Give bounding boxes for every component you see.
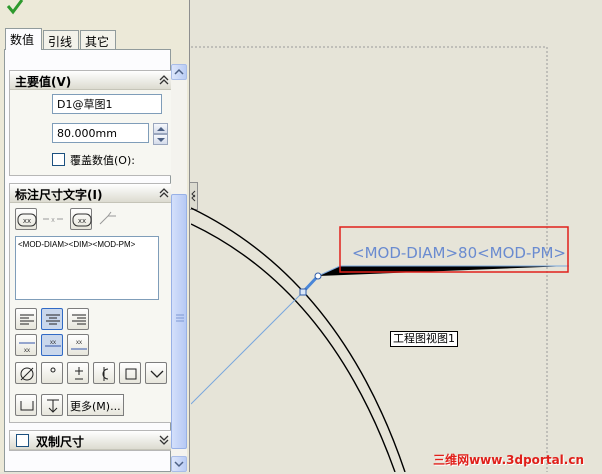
- counterbore-symbol-button[interactable]: [15, 394, 37, 416]
- text-inline-button[interactable]: xx: [41, 334, 63, 356]
- svg-text:xx: xx: [23, 217, 31, 225]
- chevron-down-icon: [150, 370, 164, 378]
- dimension-text-box[interactable]: <MOD-DIAM><DIM><MOD-PM>: [15, 236, 159, 300]
- offset-text-icon[interactable]: [98, 210, 118, 226]
- scroll-thumb[interactable]: [171, 194, 187, 449]
- svg-text:xx: xx: [50, 340, 56, 346]
- drawing-view-label[interactable]: 工程图视图1: [390, 331, 458, 347]
- tab-value[interactable]: 数值: [5, 28, 42, 50]
- align-right-button[interactable]: [67, 308, 89, 330]
- primary-value-header[interactable]: 主要值(V): [10, 71, 174, 90]
- align-right-icon: [72, 314, 86, 325]
- add-parentheses-button[interactable]: xx: [15, 208, 37, 230]
- drawing-canvas[interactable]: <MOD-DIAM>80<MOD-PM>: [191, 0, 602, 472]
- dimension-text-group: 标注尺寸文字(I) xx x xx <MOD-DIAM><DIM><MOD-PM…: [9, 183, 175, 423]
- svg-text:xx: xx: [78, 217, 86, 225]
- tab-other[interactable]: 其它: [80, 30, 116, 49]
- plus-minus-icon: [75, 367, 83, 380]
- plus-minus-symbol-button[interactable]: [67, 362, 89, 384]
- arrow-up-icon: [174, 68, 184, 75]
- centerline-symbol-button[interactable]: [93, 362, 115, 384]
- more-button[interactable]: 更多(M)...: [67, 394, 124, 416]
- arrow-up-icon: [157, 127, 165, 131]
- svg-text:xx: xx: [76, 340, 82, 346]
- scroll-down-button[interactable]: [171, 456, 187, 472]
- text-below-button[interactable]: xx: [67, 334, 89, 356]
- centerline-icon: [102, 367, 109, 381]
- leader-handle[interactable]: [299, 288, 307, 296]
- inspection-dimension-button[interactable]: xx: [70, 208, 92, 230]
- arrow-down-icon: [157, 138, 165, 142]
- diameter-symbol-button[interactable]: [15, 362, 37, 384]
- dimension-text[interactable]: <MOD-DIAM>80<MOD-PM>: [352, 244, 566, 262]
- tab-leader[interactable]: 引线: [43, 30, 79, 49]
- watermark: 三维网www.3dportal.cn: [433, 453, 584, 467]
- degree-icon: [50, 367, 56, 373]
- inspection-icon: xx: [72, 213, 92, 227]
- align-center-button[interactable]: [41, 308, 63, 330]
- expand-icon[interactable]: [158, 434, 170, 446]
- dimension-text-header[interactable]: 标注尺寸文字(I): [10, 184, 174, 203]
- square-symbol-button[interactable]: [119, 362, 141, 384]
- vertical-scrollbar[interactable]: [171, 64, 187, 472]
- svg-text:x: x: [51, 217, 55, 224]
- collapse-icon[interactable]: [158, 74, 170, 86]
- arrow-handle[interactable]: [314, 272, 322, 280]
- override-value-label: 覆盖数值(O):: [70, 154, 135, 167]
- spin-down-button[interactable]: [153, 134, 168, 145]
- parentheses-icon: xx: [17, 213, 37, 227]
- depth-icon: [47, 399, 59, 413]
- dual-dimension-header[interactable]: 双制尺寸: [10, 431, 174, 450]
- diameter-icon: [20, 367, 34, 381]
- dual-dimension-group: 双制尺寸: [9, 430, 175, 451]
- collapse-icon[interactable]: [158, 187, 170, 199]
- align-left-button[interactable]: [15, 308, 37, 330]
- svg-text:xx: xx: [24, 348, 30, 354]
- depth-symbol-button[interactable]: [41, 394, 63, 416]
- more-symbols-dropdown[interactable]: [145, 362, 167, 384]
- tab-content: 主要值(V) 覆盖数值(O): 标注尺寸文字(I): [4, 49, 175, 472]
- align-left-icon: [20, 314, 34, 325]
- square-icon: [125, 368, 137, 380]
- text-below-icon: xx: [71, 340, 87, 350]
- text-inline-icon: xx: [45, 340, 61, 347]
- text-above-icon: xx: [19, 342, 35, 354]
- leader-extension-line: [191, 291, 304, 405]
- align-center-icon: [46, 314, 60, 325]
- dimension-name-field[interactable]: [52, 94, 162, 114]
- dimension-leader-line: [317, 265, 569, 277]
- grip-icon: [176, 314, 184, 322]
- ok-check-icon[interactable]: [5, 0, 25, 16]
- property-manager: 数值 引线 其它 主要值(V) 覆盖数值(O):: [0, 0, 190, 472]
- counterbore-icon: [20, 401, 34, 411]
- degree-symbol-button[interactable]: [41, 362, 63, 384]
- spin-up-button[interactable]: [153, 123, 168, 134]
- dimension-value-field[interactable]: [52, 123, 149, 143]
- scroll-up-button[interactable]: [171, 64, 187, 80]
- center-dimension-icon[interactable]: x: [42, 212, 64, 226]
- primary-value-group: 主要值(V) 覆盖数值(O):: [9, 70, 175, 176]
- arrow-down-icon: [174, 461, 184, 468]
- text-above-button[interactable]: xx: [15, 334, 37, 356]
- override-value-checkbox[interactable]: [52, 153, 65, 166]
- dual-dimension-checkbox[interactable]: [16, 434, 29, 447]
